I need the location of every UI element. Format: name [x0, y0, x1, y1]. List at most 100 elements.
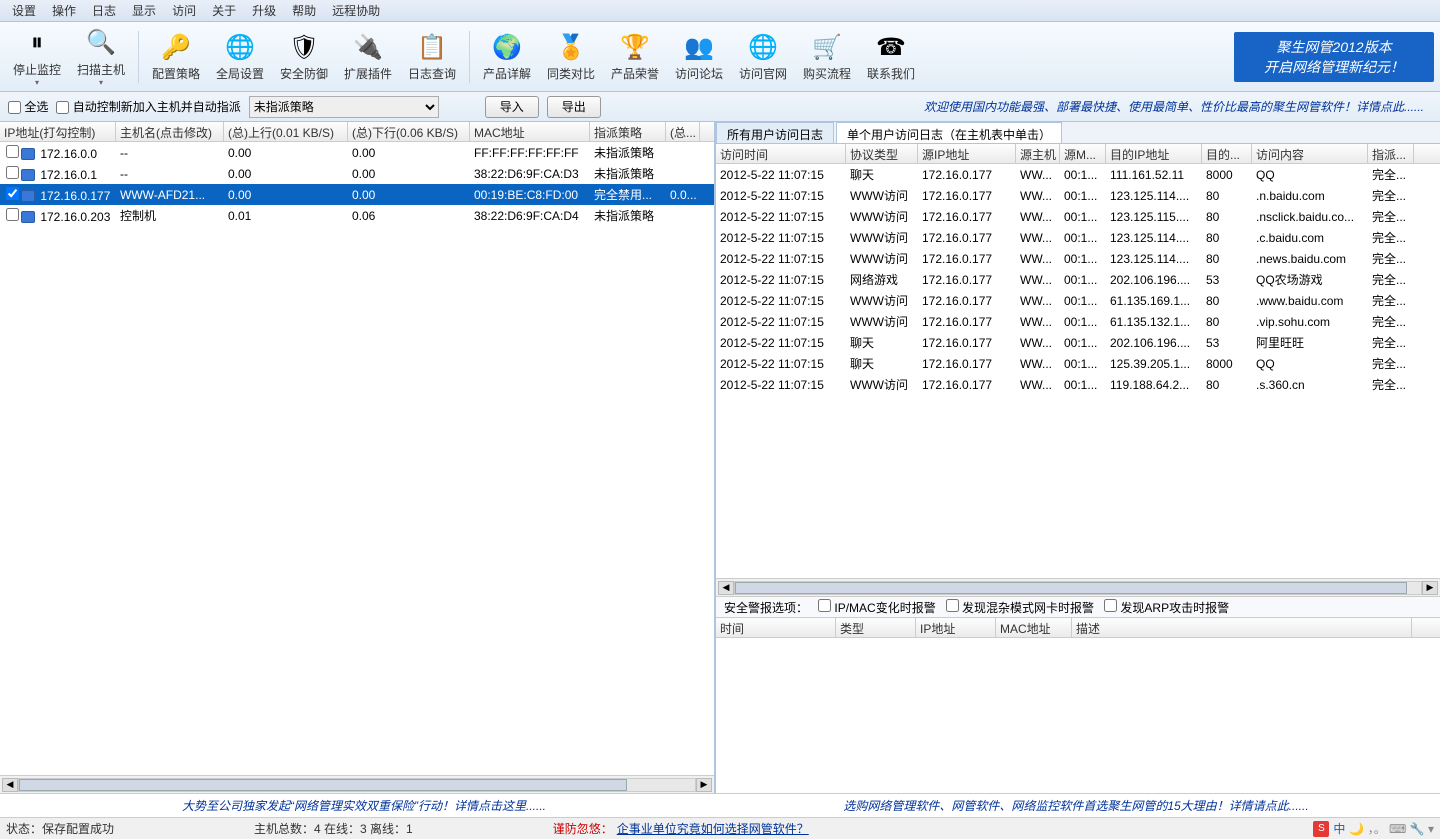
menu-显示[interactable]: 显示 [124, 2, 164, 19]
menu-设置[interactable]: 设置 [4, 2, 44, 19]
contact-icon: ☎ [875, 31, 907, 63]
log-col-0[interactable]: 访问时间 [716, 144, 846, 163]
policy-dropdown[interactable]: 未指派策略 [249, 96, 439, 118]
control-bar: 全选 自动控制新加入主机并自动指派 未指派策略 导入 导出 欢迎使用国内功能最强… [0, 92, 1440, 122]
host-col-5[interactable]: 指派策略 [590, 122, 666, 141]
log-row[interactable]: 2012-5-22 11:07:15WWW访问172.16.0.177WW...… [716, 374, 1440, 395]
tip-link[interactable]: 企事业单位究竟如何选择网管软件？ [617, 820, 809, 837]
menu-操作[interactable]: 操作 [44, 2, 84, 19]
log-table-body[interactable]: 2012-5-22 11:07:15聊天172.16.0.177WW...00:… [716, 164, 1440, 578]
log-col-5[interactable]: 目的IP地址 [1106, 144, 1202, 163]
log-h-scrollbar[interactable]: ◀▶ [716, 578, 1440, 596]
host-col-1[interactable]: 主机名(点击修改) [116, 122, 224, 141]
alert-promisc-checkbox[interactable]: 发现混杂模式网卡时报警 [946, 599, 1094, 616]
log-row[interactable]: 2012-5-22 11:07:15WWW访问172.16.0.177WW...… [716, 290, 1440, 311]
honors-icon: 🏆 [619, 31, 651, 63]
log-row[interactable]: 2012-5-22 11:07:15WWW访问172.16.0.177WW...… [716, 248, 1440, 269]
log-col-1[interactable]: 协议类型 [846, 144, 918, 163]
scan-host-icon: 🔍 [85, 27, 117, 59]
footer-link-left[interactable]: 大势至公司独家发起“网络管理实效双重保险”行动！详情点击这里...... [8, 797, 720, 814]
alert-col-1[interactable]: 类型 [836, 618, 916, 637]
host-pane: IP地址(打勾控制)主机名(点击修改)(总)上行(0.01 KB/S)(总)下行… [0, 122, 716, 793]
host-row[interactable]: 172.16.0.203控制机0.010.0638:22:D6:9F:CA:D4… [0, 205, 714, 226]
log-row[interactable]: 2012-5-22 11:07:15网络游戏172.16.0.177WW...0… [716, 269, 1440, 290]
import-button[interactable]: 导入 [485, 96, 539, 118]
alert-ipmac-checkbox[interactable]: IP/MAC变化时报警 [818, 599, 936, 616]
host-h-scrollbar[interactable]: ◀▶ [0, 775, 714, 793]
log-col-4[interactable]: 源M... [1060, 144, 1106, 163]
menu-帮助[interactable]: 帮助 [284, 2, 324, 19]
security-defense-icon: 🛡 [288, 31, 320, 63]
auto-control-checkbox[interactable]: 自动控制新加入主机并自动指派 [56, 98, 240, 115]
product-detail-button[interactable]: 🌍产品详解 [476, 26, 538, 88]
forum-button[interactable]: 👥访问论坛 [668, 26, 730, 88]
tip-label: 谨防忽悠： [553, 820, 613, 837]
host-col-2[interactable]: (总)上行(0.01 KB/S) [224, 122, 348, 141]
marquee-text[interactable]: 欢迎使用国内功能最强、部署最快捷、使用最简单、性价比最高的聚生网管软件！详情点此… [609, 98, 1432, 115]
host-col-6[interactable]: (总... [666, 122, 700, 141]
contact-button[interactable]: ☎联系我们 [860, 26, 922, 88]
log-row[interactable]: 2012-5-22 11:07:15聊天172.16.0.177WW...00:… [716, 353, 1440, 374]
log-col-6[interactable]: 目的... [1202, 144, 1252, 163]
menu-关于[interactable]: 关于 [204, 2, 244, 19]
host-row[interactable]: 172.16.0.0--0.000.00FF:FF:FF:FF:FF:FF未指派… [0, 142, 714, 163]
alert-col-2[interactable]: IP地址 [916, 618, 996, 637]
menu-访问[interactable]: 访问 [164, 2, 204, 19]
log-row[interactable]: 2012-5-22 11:07:15WWW访问172.16.0.177WW...… [716, 185, 1440, 206]
log-query-icon: 📋 [416, 31, 448, 63]
website-button[interactable]: 🌐访问官网 [732, 26, 794, 88]
status-bar: 状态：保存配置成功 主机总数：4 在线：3 离线：1 谨防忽悠： 企事业单位究竟… [0, 817, 1440, 839]
log-row[interactable]: 2012-5-22 11:07:15WWW访问172.16.0.177WW...… [716, 311, 1440, 332]
scan-host-button[interactable]: 🔍扫描主机▾ [70, 26, 132, 88]
compare-icon: 🏅 [555, 31, 587, 63]
status-text: 状态：保存配置成功 [6, 820, 114, 837]
global-settings-icon: 🌐 [224, 31, 256, 63]
honors-button[interactable]: 🏆产品荣誉 [604, 26, 666, 88]
plugins-button[interactable]: 🔌扩展插件 [337, 26, 399, 88]
alert-arp-checkbox[interactable]: 发现ARP攻击时报警 [1104, 599, 1229, 616]
log-tabs: 所有用户访问日志 单个用户访问日志（在主机表中单击） [716, 122, 1440, 144]
log-col-3[interactable]: 源主机 [1016, 144, 1060, 163]
stop-monitor-icon: ⏸ [21, 27, 53, 59]
config-policy-icon: 🔑 [160, 31, 192, 63]
footer-link-right[interactable]: 选购网络管理软件、网管软件、网络监控软件首选聚生网管的15大理由！详情请点此..… [720, 797, 1432, 814]
log-col-2[interactable]: 源IP地址 [918, 144, 1016, 163]
host-row[interactable]: 172.16.0.177WWW-AFD21...0.000.0000:19:BE… [0, 184, 714, 205]
compare-button[interactable]: 🏅同类对比 [540, 26, 602, 88]
host-col-4[interactable]: MAC地址 [470, 122, 590, 141]
promo-banner[interactable]: 聚生网管2012版本开启网络管理新纪元！ [1234, 32, 1434, 82]
alert-col-3[interactable]: MAC地址 [996, 618, 1072, 637]
host-col-3[interactable]: (总)下行(0.06 KB/S) [348, 122, 470, 141]
tab-all-users[interactable]: 所有用户访问日志 [716, 122, 834, 143]
alert-table-header: 时间类型IP地址MAC地址描述 [716, 618, 1440, 638]
alert-table-body[interactable] [716, 638, 1440, 793]
log-col-8[interactable]: 指派... [1368, 144, 1414, 163]
log-query-button[interactable]: 📋日志查询 [401, 26, 463, 88]
select-all-checkbox[interactable]: 全选 [8, 98, 48, 115]
tab-single-user[interactable]: 单个用户访问日志（在主机表中单击） [836, 122, 1062, 143]
host-row[interactable]: 172.16.0.1--0.000.0038:22:D6:9F:CA:D3未指派… [0, 163, 714, 184]
ime-indicator[interactable]: S 中 🌙 ，。 ⌨ 🔧 ▾ [1313, 820, 1434, 837]
host-table-body[interactable]: 172.16.0.0--0.000.00FF:FF:FF:FF:FF:FF未指派… [0, 142, 714, 775]
log-row[interactable]: 2012-5-22 11:07:15聊天172.16.0.177WW...00:… [716, 164, 1440, 185]
log-col-7[interactable]: 访问内容 [1252, 144, 1368, 163]
log-row[interactable]: 2012-5-22 11:07:15WWW访问172.16.0.177WW...… [716, 227, 1440, 248]
stop-monitor-button[interactable]: ⏸停止监控▾ [6, 26, 68, 88]
menu-日志[interactable]: 日志 [84, 2, 124, 19]
main-area: IP地址(打勾控制)主机名(点击修改)(总)上行(0.01 KB/S)(总)下行… [0, 122, 1440, 793]
menubar: 设置操作日志显示访问关于升级帮助远程协助 [0, 0, 1440, 22]
purchase-button[interactable]: 🛒购买流程 [796, 26, 858, 88]
global-settings-button[interactable]: 🌐全局设置 [209, 26, 271, 88]
host-col-0[interactable]: IP地址(打勾控制) [0, 122, 116, 141]
security-defense-button[interactable]: 🛡安全防御 [273, 26, 335, 88]
alert-col-4[interactable]: 描述 [1072, 618, 1412, 637]
log-pane: 所有用户访问日志 单个用户访问日志（在主机表中单击） 访问时间协议类型源IP地址… [716, 122, 1440, 793]
log-row[interactable]: 2012-5-22 11:07:15WWW访问172.16.0.177WW...… [716, 206, 1440, 227]
menu-升级[interactable]: 升级 [244, 2, 284, 19]
menu-远程协助[interactable]: 远程协助 [324, 2, 388, 19]
alert-label: 安全警报选项： [724, 599, 808, 616]
config-policy-button[interactable]: 🔑配置策略 [145, 26, 207, 88]
export-button[interactable]: 导出 [547, 96, 601, 118]
alert-col-0[interactable]: 时间 [716, 618, 836, 637]
log-row[interactable]: 2012-5-22 11:07:15聊天172.16.0.177WW...00:… [716, 332, 1440, 353]
